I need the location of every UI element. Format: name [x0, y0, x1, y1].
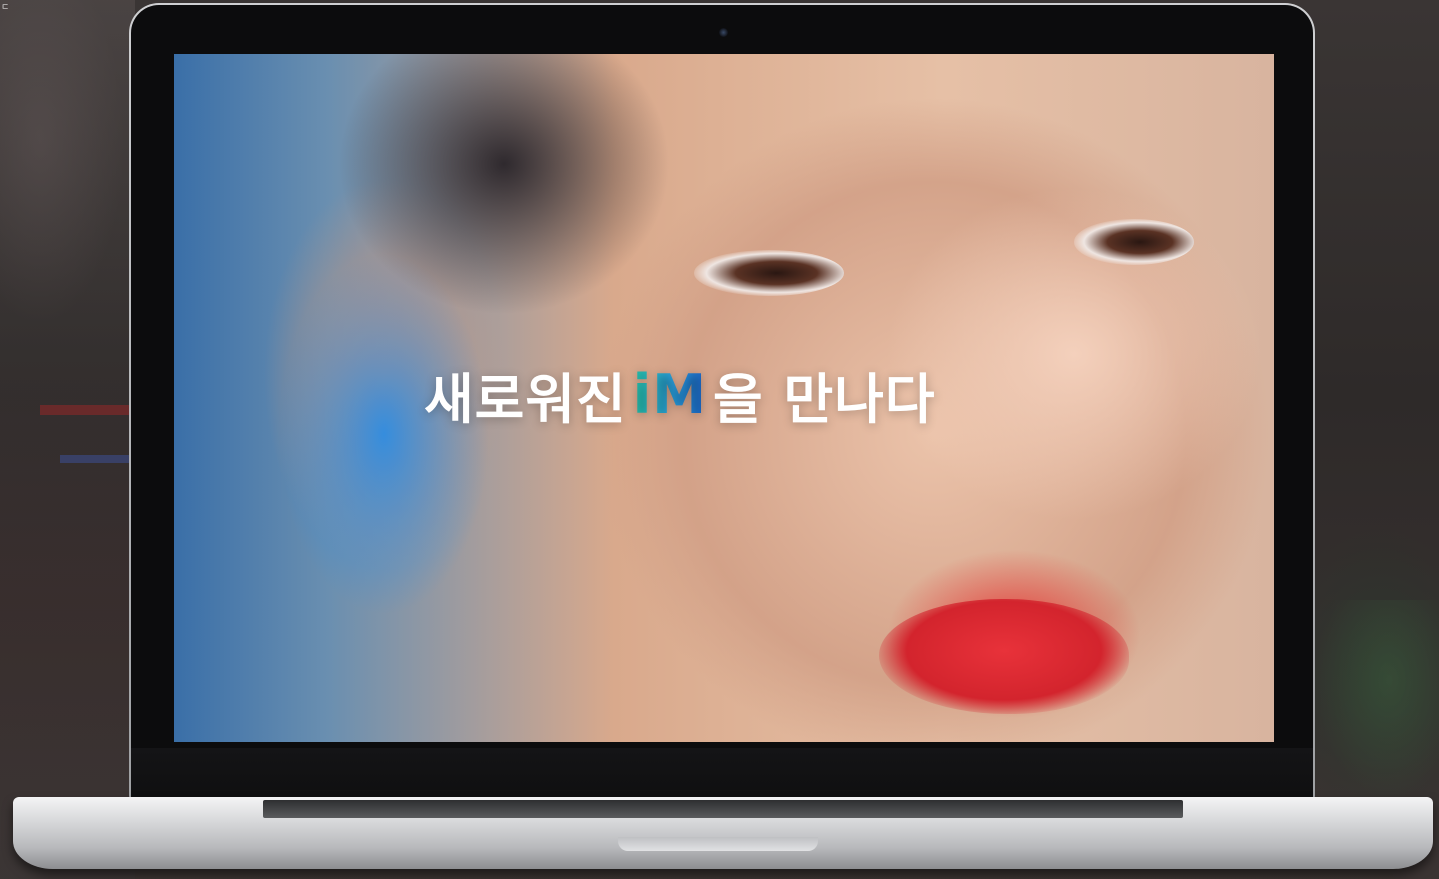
laptop-bezel: 새로워진 iM 을 만나다 — [131, 5, 1313, 798]
webcam-icon — [719, 28, 728, 37]
background-plant — [1314, 600, 1439, 800]
headline-suffix: 을 만나다 — [712, 367, 936, 431]
background-detail — [60, 455, 135, 463]
lips-graphic — [879, 599, 1129, 714]
background-detail — [40, 405, 135, 415]
video-headline: 새로워진 iM 을 만나다 — [424, 359, 936, 431]
eye-graphic — [694, 250, 844, 296]
brand-logo: iM — [632, 362, 707, 426]
laptop-lid: 새로워진 iM 을 만나다 — [129, 3, 1315, 800]
laptop-chin — [131, 748, 1313, 798]
keyboard-well — [263, 800, 1183, 818]
laptop-base — [13, 797, 1433, 869]
eye-graphic — [1074, 219, 1194, 265]
corner-text: ㄷ — [1, 3, 10, 13]
background-figure — [0, 0, 135, 879]
headline-prefix: 새로워진 — [424, 367, 627, 431]
lid-notch — [618, 837, 818, 851]
video-frame[interactable]: 새로워진 iM 을 만나다 — [174, 54, 1274, 742]
